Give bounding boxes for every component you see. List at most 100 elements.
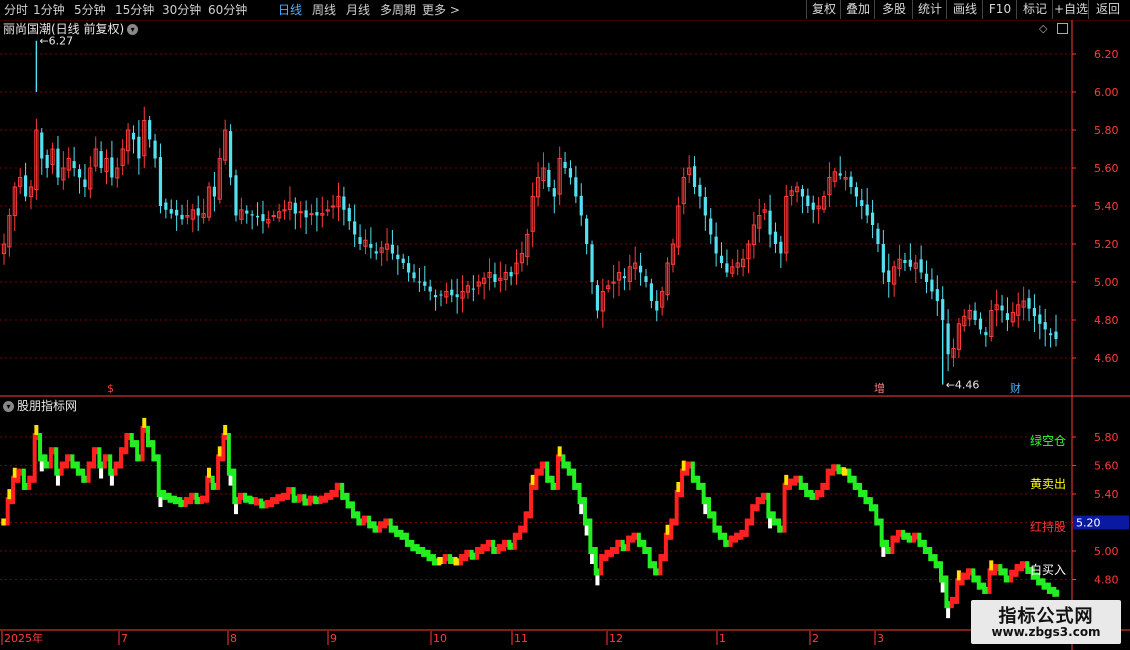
indicator-riser: [739, 529, 744, 540]
candle-body-down: [56, 148, 60, 178]
indicator-riser: [1041, 578, 1046, 590]
indicator-riser: [361, 515, 366, 526]
candle-body-down: [865, 204, 869, 216]
indicator-riser: [286, 487, 291, 500]
time-axis-label: 9: [330, 632, 337, 645]
candle-body-down: [304, 210, 308, 218]
indicator-riser: [653, 561, 658, 576]
candle-body-down: [838, 173, 842, 176]
indicator-riser: [831, 464, 836, 476]
indicator-sell-signal: [34, 425, 39, 435]
time-axis-label: 3: [877, 632, 884, 645]
main-price-label: 4.80: [1094, 314, 1119, 327]
candle-body-down: [137, 136, 141, 159]
indicator-riser: [86, 461, 91, 483]
candle-body-down: [77, 169, 82, 178]
indicator-riser: [879, 518, 884, 547]
indicator-riser: [453, 556, 458, 566]
candle-body-down: [245, 210, 249, 214]
indicator-buy-signal: [940, 582, 945, 593]
indicator-riser: [782, 482, 787, 533]
candle-body-down: [212, 186, 216, 197]
indicator-sell-signal: [676, 482, 681, 492]
indicator-riser: [912, 532, 917, 543]
indicator-buy-signal: [579, 504, 584, 515]
indicator-riser: [1046, 582, 1051, 594]
indicator-riser: [696, 475, 701, 490]
candle-body-up: [271, 215, 276, 217]
indicator-buy-signal: [584, 525, 589, 536]
indicator-riser: [496, 544, 501, 554]
indicator-riser: [43, 454, 48, 469]
candle-body-down: [768, 210, 772, 235]
indicator-riser: [377, 521, 382, 533]
indicator-riser: [410, 539, 415, 552]
indicator-riser: [685, 461, 690, 476]
indicator-riser: [21, 468, 26, 490]
candle-body-down: [638, 265, 643, 273]
indicator-riser: [976, 575, 981, 590]
candle-body-down: [590, 244, 594, 282]
main-price-label: 5.00: [1094, 276, 1119, 289]
indicator-riser: [814, 490, 819, 500]
indicator-riser: [534, 468, 539, 490]
main-price-label: 5.40: [1094, 200, 1119, 213]
candle-body-down: [450, 289, 454, 296]
candle-body-down: [655, 301, 659, 311]
candle-body-down: [709, 218, 713, 235]
indicator-riser: [588, 518, 593, 554]
indicator-riser: [507, 539, 512, 550]
indicator-riser: [167, 492, 172, 503]
low-price-label: ←4.46: [946, 379, 980, 392]
indicator-legend-item: 红持股: [1030, 519, 1066, 534]
indicator-riser: [340, 482, 345, 500]
candle-body-down: [935, 289, 939, 301]
indicator-riser: [971, 568, 976, 583]
indicator-riser: [102, 454, 107, 469]
indicator-riser: [707, 497, 712, 519]
candle-body-down: [930, 279, 934, 292]
indicator-buy-signal: [946, 608, 951, 619]
candle-body-down: [800, 188, 805, 197]
main-price-label: 6.00: [1094, 86, 1119, 99]
indicator-riser: [717, 525, 722, 540]
candle-body-down: [725, 263, 729, 273]
candle-body-down: [881, 243, 885, 273]
stock-chart[interactable]: 6.20 6.00 5.80 5.60 5.40 5.20 5.00 4.80 4.60 5.80…: [0, 0, 1130, 650]
candle-body-down: [407, 263, 411, 273]
candle-body-down: [23, 175, 28, 197]
indicator-sell-signal: [665, 524, 670, 535]
indicator-riser: [178, 497, 183, 507]
candle-body-down: [175, 209, 179, 216]
indicator-riser: [642, 539, 647, 554]
candle-body-down: [1043, 322, 1047, 330]
candle-body-down: [924, 273, 929, 282]
indicator-riser: [690, 461, 695, 483]
candle-body-down: [390, 244, 395, 254]
indicator-sell-signal: [142, 417, 147, 428]
indicator-riser: [394, 525, 399, 537]
indicator-buy-signal: [228, 475, 233, 486]
candle-body-down: [1000, 305, 1004, 311]
indicator-riser: [550, 475, 555, 490]
candle-body-down: [417, 281, 422, 283]
candle-body-down: [455, 294, 459, 298]
indicator-riser: [297, 494, 302, 503]
indicator-riser: [318, 495, 323, 505]
indicator-riser: [210, 475, 215, 490]
candle-body-down: [908, 259, 912, 267]
indicator-riser: [636, 532, 641, 547]
event-marker: 财: [1010, 381, 1021, 395]
indicator-riser: [232, 468, 237, 505]
indicator-riser: [512, 532, 517, 550]
candle-body-down: [234, 175, 238, 216]
indicator-riser: [5, 497, 10, 526]
indicator-riser: [566, 461, 571, 476]
indicator-riser: [27, 475, 32, 490]
indicator-riser: [431, 554, 436, 566]
indicator-riser: [1052, 586, 1057, 597]
indicator-riser: [744, 518, 749, 537]
indicator-riser: [92, 447, 97, 469]
candle-body-down: [876, 228, 880, 244]
indicator-riser: [221, 433, 226, 462]
